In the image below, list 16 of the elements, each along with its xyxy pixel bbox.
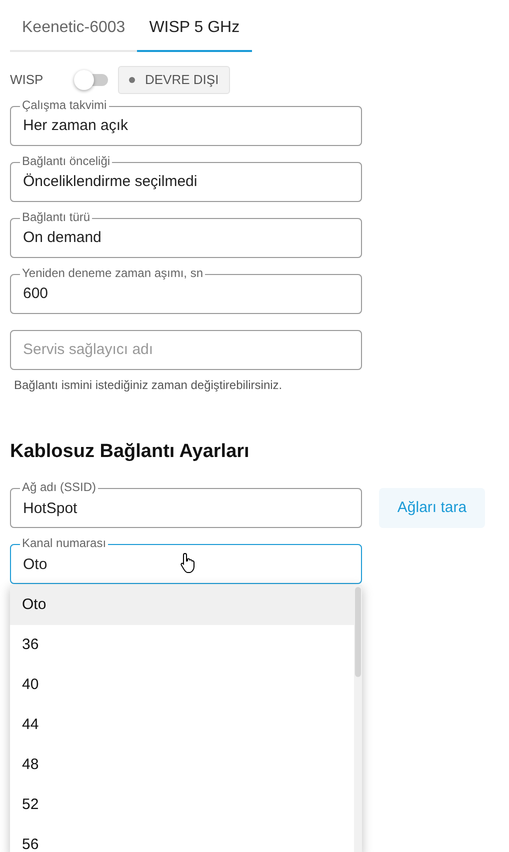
field-label: Çalışma takvimi: [20, 98, 109, 112]
scrollbar-thumb[interactable]: [355, 587, 361, 677]
toggle-switch[interactable]: [74, 68, 110, 91]
tab[interactable]: WISP 5 GHz: [137, 10, 252, 52]
section-title: Kablosuz Bağlantı Ayarları: [10, 440, 250, 464]
field-label: Bağlantı türü: [20, 210, 92, 224]
status-text: DEVRE DIŞI: [145, 71, 219, 89]
input-field[interactable]: Servis sağlayıcı adı: [10, 330, 362, 370]
toggle-label: WISP: [10, 71, 44, 89]
field-label: Yeniden deneme zaman aşımı, sn: [20, 266, 206, 280]
hand-cursor-icon: [180, 552, 196, 574]
field-label: Ağ adı (SSID): [20, 480, 98, 495]
tab[interactable]: Keenetic-6003: [10, 10, 138, 52]
hint-text: Bağlantı ismini istediğiniz zaman değiştirebilirsiniz.: [14, 376, 284, 394]
status-dot-icon: [129, 76, 135, 83]
field-label: Bağlantı önceliği: [20, 154, 112, 168]
